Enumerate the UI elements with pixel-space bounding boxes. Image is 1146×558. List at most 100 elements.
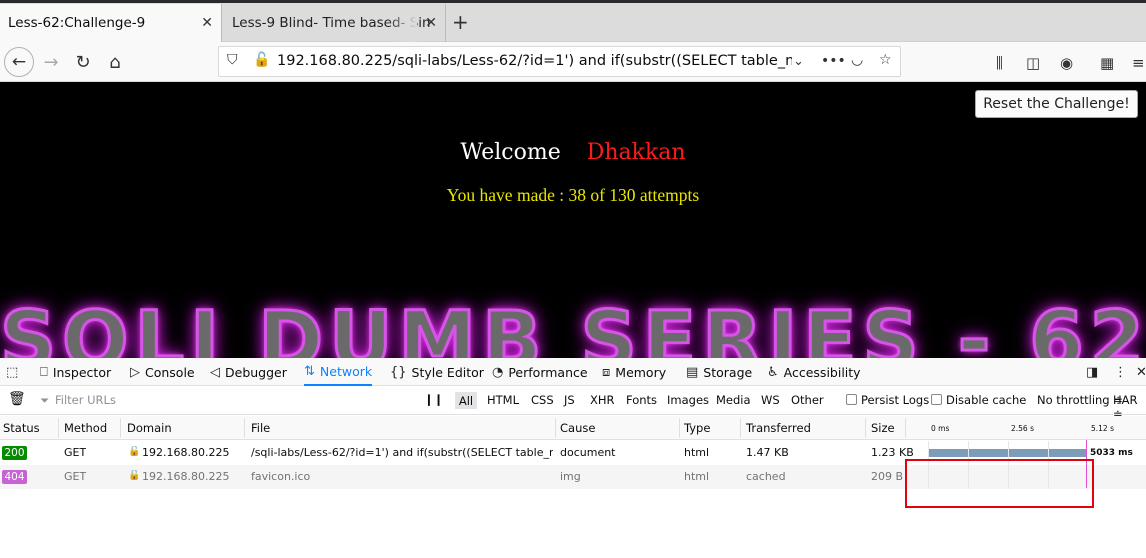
filter-other-button[interactable]: Other	[791, 393, 824, 407]
filter-xhr-button[interactable]: XHR	[590, 393, 615, 407]
titlebar-edge	[0, 0, 1146, 3]
navigation-toolbar: ← → ↻ ⌂ ⛉ 🔓 192.168.80.225/sqli-labs/Les…	[0, 42, 1146, 82]
filter-icon: ⏷	[40, 393, 50, 407]
status-badge: 404	[2, 470, 27, 484]
reload-icon: ↻	[75, 51, 91, 73]
type-cell: html	[684, 446, 710, 459]
braces-icon: {}	[390, 364, 407, 380]
filter-images-button[interactable]: Images	[667, 393, 709, 407]
file-cell: /sqli-labs/Less-62/?id=1') and if(substr…	[251, 446, 553, 459]
col-status[interactable]: Status	[3, 421, 40, 435]
account-icon[interactable]: ◉	[1060, 54, 1073, 72]
throttling-select[interactable]: No throttling ≑	[1037, 393, 1123, 407]
insecure-lock-icon: 🔓	[128, 446, 141, 457]
gauge-icon: ◔	[492, 364, 504, 380]
url-bar[interactable]: ⛉ 🔓 192.168.80.225/sqli-labs/Less-62/?id…	[218, 46, 901, 77]
devtools-toolbar: ⬚ ⎕ Inspector ▷ Console ◁ Debugger ⇅ Network…	[0, 358, 1146, 386]
tab-style-editor[interactable]: {} Style Editor	[390, 358, 484, 386]
insecure-lock-icon: 🔓	[128, 470, 141, 481]
filter-css-button[interactable]: CSS	[531, 393, 554, 407]
dock-side-icon[interactable]: ◨	[1086, 358, 1098, 386]
file-cell: favicon.ico	[251, 470, 311, 483]
col-cause[interactable]: Cause	[560, 421, 595, 435]
disable-cache-checkbox[interactable]: Disable cache	[931, 393, 1026, 407]
method-cell: GET	[64, 446, 87, 459]
sidebar-icon[interactable]: ◫	[1026, 54, 1040, 72]
filter-js-button[interactable]: JS	[564, 393, 575, 407]
memory-chip-icon: ⧈	[602, 364, 611, 380]
tab-console[interactable]: ▷ Console	[130, 358, 195, 386]
cause-cell: img	[560, 470, 581, 483]
home-icon: ⌂	[109, 51, 121, 73]
url-text[interactable]: 192.168.80.225/sqli-labs/Less-62/?id=1')…	[277, 53, 792, 69]
back-button[interactable]: ←	[4, 47, 34, 77]
pocket-icon[interactable]: ◡	[851, 52, 863, 68]
domain-cell: 192.168.80.225	[142, 446, 230, 459]
chevron-down-icon[interactable]: ⌄	[793, 54, 804, 69]
new-tab-button[interactable]: +	[452, 10, 469, 34]
domain-cell: 192.168.80.225	[142, 470, 230, 483]
tab-strip: Less-62:Challenge-9 ✕ Less-9 Blind- Time…	[0, 0, 1146, 42]
page-content: Reset the Challenge! Welcome Dhakkan You …	[0, 82, 1146, 358]
filter-ws-button[interactable]: WS	[761, 393, 780, 407]
close-devtools-icon[interactable]: ✕	[1136, 358, 1146, 386]
storage-icon: ▤	[686, 364, 699, 380]
type-cell: html	[684, 470, 710, 483]
method-cell: GET	[64, 470, 87, 483]
filter-all-button[interactable]: All	[455, 392, 477, 409]
waterfall-tick: 5.12 s	[1091, 424, 1114, 433]
persist-logs-checkbox[interactable]: Persist Logs	[846, 393, 929, 407]
pause-icon[interactable]: ❙❙	[424, 392, 443, 406]
menu-icon[interactable]: ≡	[1132, 54, 1145, 72]
accessibility-icon: ♿	[767, 364, 779, 380]
shield-icon[interactable]: ⛉	[227, 52, 238, 68]
library-icon[interactable]: ⫼	[996, 54, 1003, 72]
welcome-label: Welcome	[460, 140, 561, 165]
series-banner: SQLI DUMB SERIES - 62	[0, 295, 1146, 359]
pick-element-icon[interactable]: ⬚	[6, 358, 18, 386]
attempts-text: You have made : 38 of 130 attempts	[446, 185, 700, 205]
filter-fonts-button[interactable]: Fonts	[626, 393, 657, 407]
back-arrow-icon: ←	[11, 52, 27, 72]
tab-active[interactable]: Less-62:Challenge-9 ✕	[0, 4, 222, 42]
home-button[interactable]: ⌂	[100, 47, 130, 77]
col-domain[interactable]: Domain	[127, 421, 172, 435]
waterfall-tick: 2.56 s	[1011, 424, 1034, 433]
tab-memory[interactable]: ⧈ Memory	[602, 358, 666, 386]
devtools-panel: ⬚ ⎕ Inspector ▷ Console ◁ Debugger ⇅ Network…	[0, 358, 1146, 558]
tab-performance[interactable]: ◔ Performance	[492, 358, 588, 386]
close-tab-icon[interactable]: ✕	[425, 15, 437, 31]
col-size[interactable]: Size	[871, 421, 895, 435]
username: Dhakkan	[586, 140, 686, 165]
tab-storage[interactable]: ▤ Storage	[686, 358, 752, 386]
transferred-cell: cached	[746, 470, 786, 483]
size-cell: 209 B	[871, 470, 904, 483]
forward-button[interactable]: →	[36, 47, 66, 77]
bookmark-star-icon[interactable]: ☆	[879, 52, 892, 68]
page-actions-icon[interactable]: •••	[821, 53, 846, 69]
reset-challenge-button[interactable]: Reset the Challenge!	[975, 90, 1138, 118]
tab-debugger[interactable]: ◁ Debugger	[210, 358, 287, 386]
col-transferred[interactable]: Transferred	[746, 421, 811, 435]
transferred-cell: 1.47 KB	[746, 446, 789, 459]
col-method[interactable]: Method	[64, 421, 107, 435]
tab-accessibility[interactable]: ♿ Accessibility	[767, 358, 861, 386]
extensions-icon[interactable]: ▦	[1100, 54, 1114, 72]
highlight-box	[905, 459, 1094, 508]
filter-media-button[interactable]: Media	[716, 393, 751, 407]
trash-icon[interactable]: 🗑	[8, 391, 26, 407]
network-icon: ⇅	[304, 363, 315, 379]
col-file[interactable]: File	[251, 421, 270, 435]
tab-network[interactable]: ⇅ Network	[304, 358, 373, 386]
filter-html-button[interactable]: HTML	[487, 393, 519, 407]
tab-inactive[interactable]: Less-9 Blind- Time based- Sin ✕	[222, 4, 446, 42]
col-type[interactable]: Type	[684, 421, 710, 435]
close-tab-icon[interactable]: ✕	[201, 15, 213, 31]
tab-inspector[interactable]: ⎕ Inspector	[40, 358, 111, 386]
debugger-icon: ◁	[210, 364, 220, 380]
inspector-icon: ⎕	[40, 364, 48, 380]
more-options-icon[interactable]: ⋮	[1114, 358, 1127, 386]
insecure-lock-icon[interactable]: 🔓	[253, 52, 270, 68]
filter-urls-input[interactable]: Filter URLs	[55, 393, 116, 407]
reload-button[interactable]: ↻	[68, 47, 98, 77]
